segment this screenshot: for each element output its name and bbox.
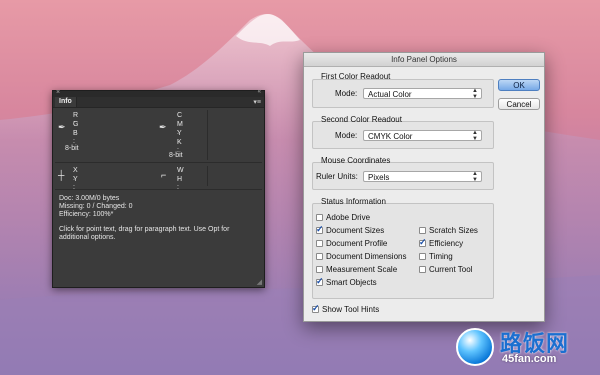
- checkbox-box[interactable]: [316, 224, 324, 234]
- tool-hint-text: Click for point text, drag for paragraph…: [59, 226, 230, 233]
- checkbox-box[interactable]: [316, 240, 323, 247]
- checkbox-box[interactable]: [419, 253, 426, 260]
- second-mode-label: Mode:: [335, 131, 358, 140]
- divider: [55, 162, 262, 163]
- collapse-panel-icon[interactable]: «: [258, 89, 261, 95]
- doc-status: Doc: 3.00M/0 bytes: [59, 195, 120, 202]
- first-mode-value: Actual Color: [368, 90, 412, 99]
- second-mode-value: CMYK Color: [368, 132, 413, 141]
- tab-info[interactable]: Info: [55, 97, 77, 107]
- y-coord-value: Y :: [73, 176, 78, 191]
- cancel-button[interactable]: Cancel: [498, 98, 540, 110]
- divider: [55, 189, 262, 190]
- checkbox-box[interactable]: [316, 276, 324, 286]
- checkbox-label: Scratch Sizes: [429, 226, 478, 235]
- ruler-units-label: Ruler Units:: [316, 172, 358, 181]
- checkbox-box[interactable]: [419, 227, 426, 234]
- checkbox-label: Timing: [429, 252, 453, 261]
- ruler-units-select[interactable]: Pixels ▲ ▼: [363, 171, 482, 183]
- ok-button[interactable]: OK: [498, 79, 540, 91]
- second-mode-select[interactable]: CMYK Color ▲ ▼: [363, 130, 482, 142]
- tool-hint-text: additional options.: [59, 234, 116, 241]
- document-sizes-checkbox[interactable]: Document Sizes: [316, 224, 385, 236]
- scratch-sizes-checkbox[interactable]: Scratch Sizes: [419, 226, 478, 236]
- first-color-heading: First Color Readout: [321, 72, 391, 81]
- efficiency-status: Efficiency: 100%*: [59, 211, 114, 218]
- dialog-title: Info Panel Options: [304, 53, 544, 67]
- show-tool-hints-checkbox[interactable]: Show Tool Hints: [312, 303, 380, 315]
- checkbox-label: Document Sizes: [326, 226, 385, 235]
- checkbox-label: Adobe Drive: [326, 213, 371, 222]
- checkbox-label: Current Tool: [429, 265, 473, 274]
- checkbox-box[interactable]: [312, 303, 320, 313]
- adobe-drive-checkbox[interactable]: Adobe Drive: [316, 213, 370, 223]
- watermark: 路饭网 45fan.com: [456, 322, 596, 372]
- selection-size-icon: ⌐: [161, 170, 167, 180]
- info-panel: × « Info ▾≡ ✒ R : G : B : 8-bit ✒ C : M …: [52, 89, 265, 288]
- first-mode-label: Mode:: [335, 89, 358, 98]
- select-arrows-icon: ▲ ▼: [472, 130, 478, 142]
- select-arrows-icon: ▲ ▼: [472, 171, 478, 183]
- checkbox-label: Document Profile: [326, 239, 388, 248]
- eyedropper-icon[interactable]: ✒: [159, 122, 167, 133]
- ruler-units-value: Pixels: [368, 173, 390, 182]
- info-panel-options-dialog: Info Panel Options First Color Readout M…: [303, 52, 545, 322]
- timing-checkbox[interactable]: Timing: [419, 252, 453, 262]
- efficiency-checkbox[interactable]: Efficiency: [419, 237, 464, 249]
- h-value: H :: [177, 176, 183, 191]
- checkbox-box[interactable]: [316, 253, 323, 260]
- mouse-coordinates-heading: Mouse Coordinates: [321, 156, 391, 165]
- checkbox-label: Smart Objects: [326, 278, 377, 287]
- watermark-logo-icon: [456, 328, 494, 366]
- select-arrows-icon: ▲ ▼: [472, 88, 478, 100]
- watermark-domain: 45fan.com: [502, 353, 557, 365]
- resize-grip-icon[interactable]: ◢: [257, 278, 262, 286]
- document-dimensions-checkbox[interactable]: Document Dimensions: [316, 252, 406, 262]
- checkbox-label: Efficiency: [429, 239, 464, 248]
- divider: [207, 110, 208, 160]
- checkbox-label: Measurement Scale: [326, 265, 398, 274]
- checkbox-box[interactable]: [419, 266, 426, 273]
- b-value: B :: [73, 130, 78, 145]
- document-profile-checkbox[interactable]: Document Profile: [316, 239, 387, 249]
- checkbox-label: Show Tool Hints: [322, 305, 380, 314]
- status-information-heading: Status Information: [321, 197, 386, 206]
- divider: [207, 166, 208, 186]
- first-mode-select[interactable]: Actual Color ▲ ▼: [363, 88, 482, 100]
- crosshair-icon: ┼: [58, 170, 65, 180]
- checkbox-box[interactable]: [316, 214, 323, 221]
- panel-tab-bar: Info ▾≡: [53, 97, 264, 108]
- smart-objects-checkbox[interactable]: Smart Objects: [316, 276, 377, 288]
- missing-status: Missing: 0 / Changed: 0: [59, 203, 133, 210]
- current-tool-checkbox[interactable]: Current Tool: [419, 265, 472, 275]
- close-panel-icon[interactable]: ×: [56, 89, 60, 96]
- checkbox-box[interactable]: [419, 237, 427, 247]
- checkbox-label: Document Dimensions: [326, 252, 407, 261]
- second-color-heading: Second Color Readout: [321, 115, 402, 124]
- first-bit-depth: 8-bit: [65, 145, 79, 152]
- checkbox-box[interactable]: [316, 266, 323, 273]
- eyedropper-icon[interactable]: ✒: [58, 122, 66, 133]
- measurement-scale-checkbox[interactable]: Measurement Scale: [316, 265, 397, 275]
- second-bit-depth: 8-bit: [169, 152, 183, 159]
- panel-menu-icon[interactable]: ▾≡: [253, 98, 261, 106]
